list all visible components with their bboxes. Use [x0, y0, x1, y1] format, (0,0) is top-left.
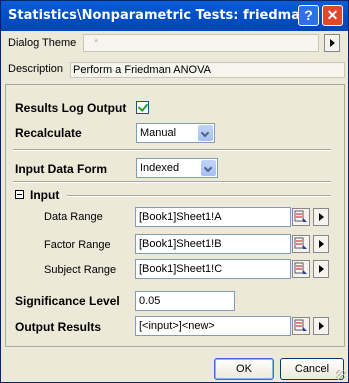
dialog-theme-label: Dialog Theme [8, 37, 77, 49]
select-range-icon[interactable] [292, 317, 310, 335]
chevron-down-icon[interactable] [198, 125, 213, 141]
description-field: Perform a Friedman ANOVA [70, 62, 345, 78]
significance-level-label: Significance Level [15, 294, 120, 308]
significance-level-input[interactable]: 0.05 [135, 291, 235, 311]
select-range-icon[interactable] [292, 260, 310, 278]
collapse-icon[interactable] [15, 190, 24, 199]
dialog-theme-field[interactable]: * [83, 34, 319, 52]
input-data-form-value: Indexed [140, 162, 180, 174]
select-range-icon[interactable] [292, 235, 310, 253]
factor-range-menu-button[interactable] [313, 235, 329, 253]
output-results-input[interactable]: [<input>]<new> [135, 316, 291, 336]
select-range-icon[interactable] [292, 208, 310, 226]
subject-range-menu-button[interactable] [313, 260, 329, 278]
recalculate-label: Recalculate [15, 126, 82, 140]
data-range-label: Data Range [44, 211, 103, 223]
cancel-button[interactable]: Cancel [280, 358, 344, 380]
data-range-input[interactable]: [Book1]Sheet1!A [135, 207, 291, 227]
dialog-theme-row: Dialog Theme * [5, 32, 346, 58]
title-bar[interactable]: Statistics\Nonparametric Tests: friedman… [1, 1, 348, 31]
description-label: Description [8, 63, 64, 75]
divider [67, 195, 331, 197]
divider [13, 181, 331, 183]
window-title: Statistics\Nonparametric Tests: friedman [8, 8, 310, 23]
resize-grip-icon[interactable] [336, 370, 346, 380]
help-button[interactable]: ? [298, 5, 319, 26]
input-data-form-select[interactable]: Indexed [136, 158, 218, 178]
recalculate-value: Manual [140, 127, 177, 139]
output-results-menu-button[interactable] [313, 317, 329, 335]
results-log-label: Results Log Output [15, 101, 127, 115]
input-group-label: Input [30, 188, 60, 202]
input-data-form-label: Input Data Form [15, 162, 107, 176]
chevron-down-icon[interactable] [201, 160, 216, 176]
close-button[interactable]: ✕ [322, 5, 343, 26]
dialog-window: Statistics\Nonparametric Tests: friedman… [0, 0, 349, 383]
subject-range-label: Subject Range [44, 264, 117, 276]
output-results-label: Output Results [15, 320, 101, 334]
dialog-theme-menu-button[interactable] [324, 34, 340, 52]
data-range-menu-button[interactable] [313, 208, 329, 226]
divider [13, 149, 331, 151]
ok-button[interactable]: OK [214, 358, 274, 380]
results-log-checkbox[interactable] [136, 101, 149, 114]
recalculate-select[interactable]: Manual [136, 123, 215, 143]
subject-range-input[interactable]: [Book1]Sheet1!C [135, 259, 291, 279]
factor-range-label: Factor Range [44, 239, 111, 251]
factor-range-input[interactable]: [Book1]Sheet1!B [135, 234, 291, 254]
